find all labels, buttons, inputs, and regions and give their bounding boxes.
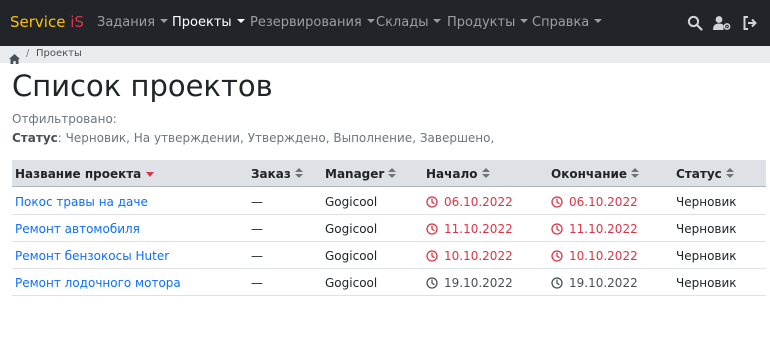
project-name-link[interactable]: Ремонт бензокосы Huter [15,248,169,264]
project-name-link[interactable]: Покос травы на даче [15,194,148,210]
top-navbar: Service iS Задания Проекты Резервировани… [0,0,770,46]
manager-cell: Gogicool [325,249,378,263]
nav-item-warehouses[interactable]: Склады [376,14,442,32]
column-header-end[interactable]: Окончание [551,166,640,182]
chevron-down-icon [594,19,603,23]
project-name-link[interactable]: Ремонт лодочного мотора [15,275,181,291]
order-cell: — [251,222,263,236]
start-date-cell: 11.10.2022 [426,221,513,237]
column-label: Заказ [251,167,291,181]
status-cell: Черновик [676,276,737,290]
nav-item-products[interactable]: Продукты [447,14,529,32]
brand-suffix: iS [70,13,84,31]
sort-icon [481,168,490,179]
start-date: 19.10.2022 [444,276,513,290]
breadcrumb: / Проекты [0,46,770,64]
sort-desc-icon [146,172,155,177]
manager-cell: Gogicool [325,276,378,290]
home-icon[interactable] [9,49,20,64]
end-date: 19.10.2022 [569,276,638,290]
brand-name: Service [10,13,66,31]
sort-icon [631,168,640,179]
nav-item-tasks[interactable]: Задания [97,14,169,32]
column-label: Начало [426,167,478,181]
nav-item-projects[interactable]: Проекты [172,14,245,32]
end-date: 06.10.2022 [569,195,638,209]
sort-icon [388,168,397,179]
end-date-cell: 06.10.2022 [551,194,638,210]
status-cell: Черновик [676,249,737,263]
status-filter-label: Статус [12,131,58,145]
manager-cell: Gogicool [325,195,378,209]
breadcrumb-separator: / [26,48,30,59]
breadcrumb-current: Проекты [36,48,82,59]
column-label: Окончание [551,167,628,181]
column-header-start[interactable]: Начало [426,166,490,182]
end-date: 10.10.2022 [569,249,638,263]
user-settings-icon[interactable] [713,15,731,31]
chevron-down-icon [366,19,375,23]
status-filter-values: : Черновик, На утверждении, Утверждено, … [57,131,495,145]
nav-label: Резервирования [250,15,362,30]
end-date-cell: 10.10.2022 [551,248,638,264]
nav-label: Склады [376,15,429,30]
table-row: Ремонт лодочного мотора — Gogicool 19.10.20… [12,269,766,296]
start-date-cell: 19.10.2022 [426,275,513,291]
column-label: Статус [676,167,722,181]
chevron-down-icon [520,19,529,23]
column-header-status[interactable]: Статус [676,166,734,182]
sort-icon [725,168,734,179]
clock-icon [426,250,438,262]
table-row: Ремонт бензокосы Huter — Gogicool 10.10.202… [12,242,766,269]
logout-icon[interactable] [742,15,758,31]
search-icon[interactable] [687,15,703,31]
brand-logo[interactable]: Service iS [10,12,84,32]
clock-icon [551,250,563,262]
table-row: Покос травы на даче — Gogicool 06.10.2022 06… [12,188,766,215]
end-date: 11.10.2022 [569,222,638,236]
chevron-down-icon [236,19,245,23]
column-header-manager[interactable]: Manager [325,166,397,182]
nav-label: Задания [97,15,156,30]
column-label: Название проекта [15,167,142,181]
column-label: Manager [325,167,385,181]
chevron-down-icon [433,19,442,23]
nav-item-reservations[interactable]: Резервирования [250,14,375,32]
order-cell: — [251,249,263,263]
nav-item-help[interactable]: Справка [532,14,603,32]
project-name-link[interactable]: Ремонт автомобиля [15,221,140,237]
clock-icon [426,277,438,289]
start-date: 11.10.2022 [444,222,513,236]
clock-icon [551,223,563,235]
order-cell: — [251,195,263,209]
clock-icon [426,223,438,235]
filter-summary: Отфильтровано: [12,112,117,126]
start-date: 06.10.2022 [444,195,513,209]
table-row: Ремонт автомобиля — Gogicool 11.10.2022 11.1… [12,215,766,242]
chevron-down-icon [160,19,169,23]
column-header-order[interactable]: Заказ [251,166,303,182]
start-date: 10.10.2022 [444,249,513,263]
clock-icon [426,196,438,208]
column-header-name[interactable]: Название проекта [15,166,155,182]
end-date-cell: 19.10.2022 [551,275,638,291]
end-date-cell: 11.10.2022 [551,221,638,237]
nav-label: Продукты [447,15,516,30]
start-date-cell: 10.10.2022 [426,248,513,264]
manager-cell: Gogicool [325,222,378,236]
status-cell: Черновик [676,195,737,209]
status-cell: Черновик [676,222,737,236]
nav-label: Проекты [172,15,232,30]
nav-label: Справка [532,15,590,30]
table-header: Название проекта Заказ Manager Начало Ок… [12,160,766,187]
status-filter-summary: Статус: Черновик, На утверждении, Утверж… [12,130,494,146]
clock-icon [551,196,563,208]
clock-icon [551,277,563,289]
order-cell: — [251,276,263,290]
start-date-cell: 06.10.2022 [426,194,513,210]
sort-icon [294,168,303,179]
page-title: Список проектов [12,69,273,103]
